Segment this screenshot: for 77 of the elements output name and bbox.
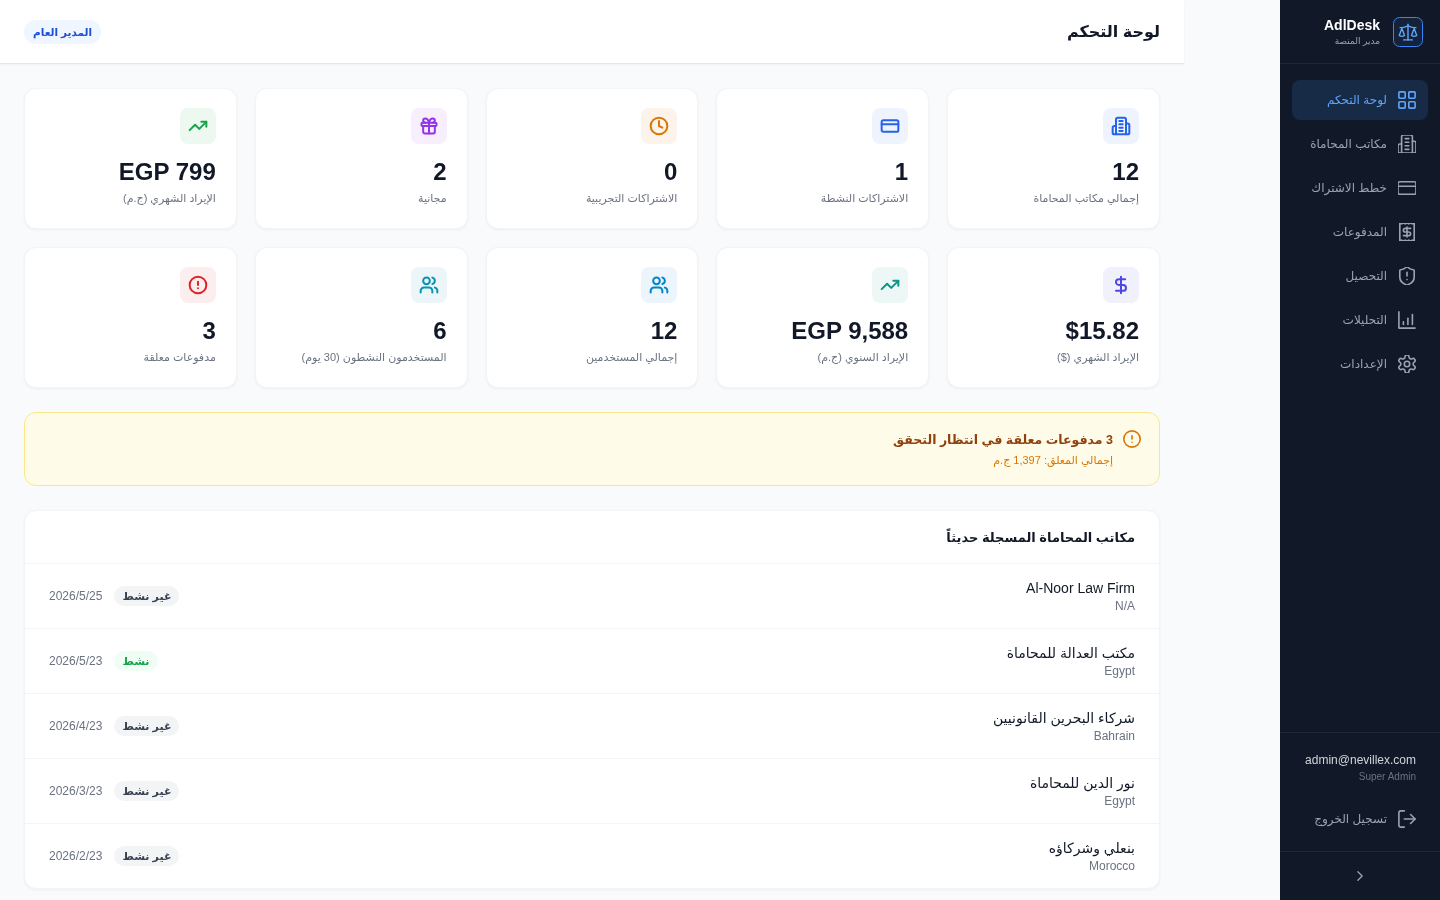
firm-country: N/A (1115, 598, 1135, 614)
receipt-dollar-icon (1398, 223, 1416, 241)
stat-value: 0 (664, 158, 678, 186)
grid-icon (1398, 91, 1416, 109)
brand-subtitle: مدير المنصة (1334, 35, 1380, 47)
scales-icon (1393, 16, 1423, 47)
registration-date: 2026/5/23 (49, 654, 103, 668)
logout-icon (1398, 810, 1416, 828)
stat-value: EGP 799 (118, 158, 216, 186)
stat-value: 6 (433, 317, 447, 345)
chevron-right-icon (1357, 871, 1363, 881)
role-badge: المدير العام (24, 19, 102, 44)
nav-item[interactable]: لوحة التحكم (1292, 80, 1428, 120)
firm-name: Al-Noor Law Firm (1026, 578, 1135, 597)
stat-value: 12 (1112, 158, 1139, 186)
firm-name: نور الدين للمحاماة (1029, 773, 1135, 792)
logout-button[interactable]: تسجيل الخروج (1292, 799, 1428, 839)
status-badge: غير نشط (114, 846, 180, 866)
credit-card-icon (1398, 179, 1416, 197)
building-icon (1398, 135, 1416, 153)
stat-value: $15.82 (1065, 317, 1139, 345)
nav-item[interactable]: التحصيل (1292, 256, 1428, 296)
firm-country: Egypt (1104, 793, 1135, 809)
gear-icon (1398, 355, 1416, 373)
nav-item[interactable]: التحليلات (1292, 300, 1428, 340)
firm-country: Bahrain (1093, 728, 1135, 744)
stat-label: الاشتراكات التجريبية (585, 191, 678, 206)
firm-name: مكتب العدالة للمحاماة (1006, 643, 1135, 662)
stat-value: 12 (650, 317, 678, 345)
stat-value: EGP 9,588 (791, 317, 909, 345)
alert-circle-icon (1123, 430, 1141, 448)
panel-title: مكاتب المحاماة المسجلة حديثاً (946, 529, 1135, 545)
firm-name: شركاء البحرين القانونيين (992, 708, 1135, 727)
status-badge: غير نشط (114, 716, 180, 736)
trend-up-icon (179, 108, 216, 144)
credit-card-icon (872, 108, 909, 144)
registration-date: 2026/4/23 (49, 719, 103, 733)
registration-date: 2026/5/25 (49, 589, 103, 603)
users-icon (641, 267, 678, 303)
stat-label: المستخدمون النشطون (30 يوم) (301, 350, 447, 365)
brand-name: AdlDesk (1323, 16, 1380, 33)
stat-label: إجمالي مكاتب المحاماة (1033, 191, 1139, 206)
clock-icon (641, 108, 678, 144)
stat-label: الاشتراكات النشطة (820, 191, 909, 206)
nav-item[interactable]: مكاتب المحاماة (1292, 124, 1428, 164)
stat-label: مجانية (418, 191, 447, 206)
shield-alert-icon (1398, 267, 1416, 285)
status-badge: غير نشط (114, 781, 180, 801)
firm-name: بنعلي وشركاؤه (1048, 838, 1135, 857)
stat-label: إجمالي المستخدمين (585, 350, 678, 365)
user-role: Super Admin (1358, 771, 1416, 783)
stat-value: 3 (202, 317, 216, 345)
bar-chart-icon (1398, 311, 1416, 329)
stat-label: مدفوعات معلقة (143, 350, 216, 365)
page-title: لوحة التحكم (1066, 22, 1160, 41)
users-icon (410, 267, 447, 303)
firm-country: Morocco (1089, 858, 1135, 874)
trend-up-icon (872, 267, 909, 303)
registration-date: 2026/2/23 (49, 849, 103, 863)
stat-label: الإيراد الشهري (ج.م) (123, 191, 216, 206)
stat-value: 1 (894, 158, 909, 186)
nav-item[interactable]: خطط الاشتراك (1292, 168, 1428, 208)
stat-value: 2 (433, 158, 447, 186)
dollar-icon (1103, 267, 1139, 303)
gift-icon (410, 108, 447, 144)
alert-subtitle: إجمالي المعلق: 1,397 ج.م (993, 452, 1113, 467)
stat-label: الإيراد الشهري ($) (1057, 350, 1139, 365)
registration-date: 2026/3/23 (49, 784, 103, 798)
alert-title: 3 مدفوعات معلقة في انتظار التحقق (893, 431, 1113, 449)
status-badge: نشط (114, 651, 158, 671)
building-icon (1103, 108, 1139, 144)
status-badge: غير نشط (114, 586, 180, 606)
nav-item[interactable]: المدفوعات (1292, 212, 1428, 252)
stat-label: الإيراد السنوي (ج.م) (817, 350, 909, 365)
firm-country: Egypt (1104, 663, 1135, 679)
nav-item[interactable]: الإعدادات (1292, 344, 1428, 384)
user-email: admin@nevillex.com (1305, 753, 1416, 768)
